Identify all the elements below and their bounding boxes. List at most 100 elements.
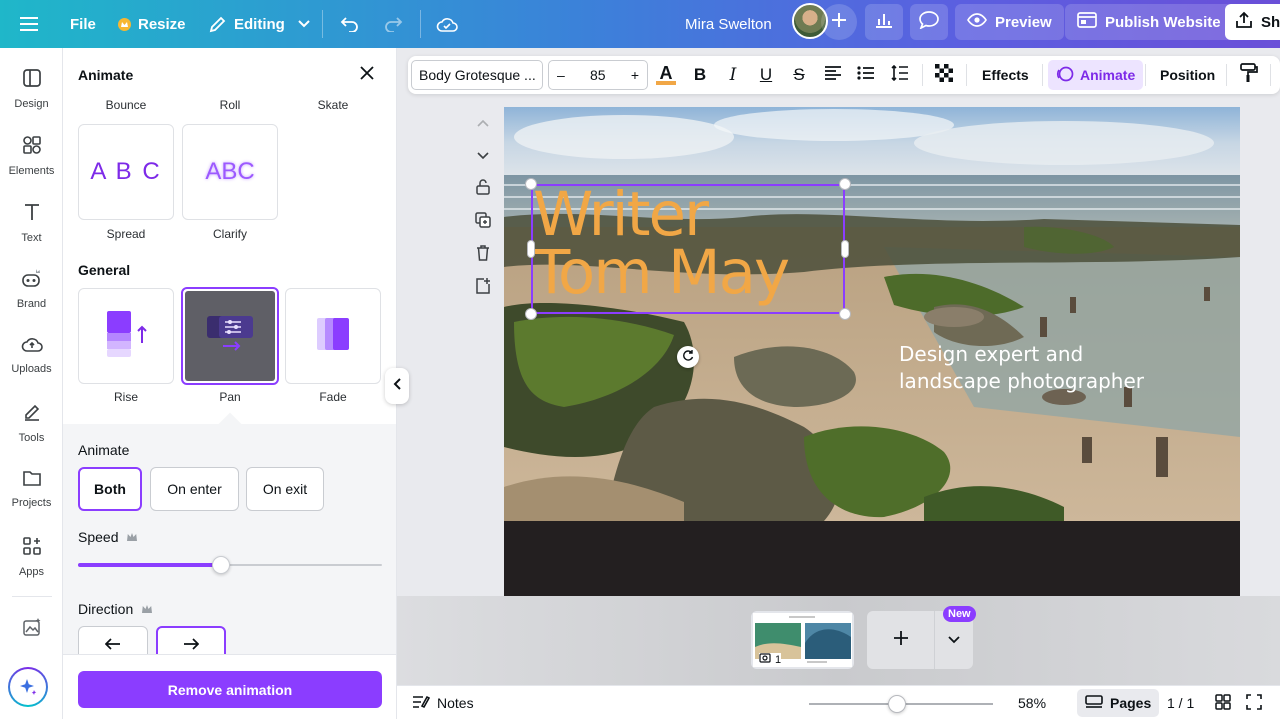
- zoom-slider[interactable]: [809, 695, 993, 713]
- sidebar-item-tools[interactable]: Tools: [0, 402, 63, 462]
- italic-button[interactable]: I: [722, 64, 744, 86]
- delete-page-button[interactable]: [472, 244, 494, 266]
- spacing-button[interactable]: [889, 64, 911, 86]
- sidebar-item-brand[interactable]: Brand: [0, 268, 63, 328]
- sidebar-item-projects[interactable]: Projects: [0, 469, 63, 529]
- brand-icon: [21, 268, 43, 291]
- undo-button[interactable]: [340, 0, 360, 48]
- pages-label: Pages: [1110, 695, 1152, 711]
- duplicate-page-button[interactable]: [472, 211, 494, 233]
- animate-both-option[interactable]: Both: [78, 467, 142, 511]
- animation-rise-tile[interactable]: [78, 288, 174, 384]
- resize-handle[interactable]: [841, 240, 849, 258]
- grid-view-button[interactable]: [1215, 686, 1231, 719]
- text-toolbar: Body Grotesque ... – 85 + A B I U S Effe…: [408, 56, 1280, 94]
- zoom-level[interactable]: 58%: [1018, 686, 1046, 719]
- option-label: On exit: [262, 481, 308, 497]
- move-page-down-button[interactable]: [472, 145, 494, 167]
- align-button[interactable]: [822, 64, 844, 86]
- option-label: Both: [94, 481, 126, 497]
- animate-button[interactable]: Animate: [1048, 60, 1144, 90]
- share-button[interactable]: Share: [1225, 4, 1280, 40]
- animation-label: Spread: [106, 227, 146, 241]
- animation-pan-tile[interactable]: [181, 287, 279, 385]
- beach-rocks-photo[interactable]: [504, 107, 1240, 521]
- publish-website-button[interactable]: Publish Website: [1065, 4, 1233, 40]
- comments-button[interactable]: [910, 4, 948, 40]
- page-number: 1: [775, 653, 782, 666]
- text-selection-box: [531, 184, 845, 314]
- animate-on-enter-option[interactable]: On enter: [150, 467, 239, 511]
- hamburger-icon: [20, 17, 38, 31]
- rise-icon: [101, 309, 151, 364]
- increase-size-button[interactable]: +: [631, 67, 639, 83]
- add-page-button[interactable]: [472, 277, 494, 299]
- font-size-value[interactable]: 85: [590, 67, 606, 83]
- plus-icon: [832, 12, 846, 32]
- fullscreen-button[interactable]: [1246, 686, 1262, 719]
- animate-on-exit-option[interactable]: On exit: [246, 467, 324, 511]
- chevron-up-icon: [477, 114, 489, 132]
- underline-button[interactable]: U: [755, 64, 777, 86]
- font-size-stepper[interactable]: – 85 +: [548, 60, 648, 90]
- lock-page-button[interactable]: [472, 178, 494, 200]
- move-page-up-button[interactable]: [472, 112, 494, 134]
- resize-handle[interactable]: [839, 178, 851, 190]
- sidebar-item-design[interactable]: Design: [0, 68, 63, 128]
- pages-button[interactable]: Pages: [1077, 689, 1160, 717]
- resize-handle[interactable]: [839, 308, 851, 320]
- decrease-size-button[interactable]: –: [557, 67, 565, 83]
- copy-style-button[interactable]: [1238, 62, 1260, 86]
- position-button[interactable]: Position: [1152, 60, 1223, 90]
- bold-button[interactable]: B: [689, 64, 711, 86]
- add-collaborator-button[interactable]: [821, 4, 857, 40]
- animate-label: Animate: [1080, 67, 1136, 83]
- file-menu[interactable]: File: [70, 0, 96, 48]
- notes-button[interactable]: Notes: [412, 686, 474, 719]
- text-color-icon: A: [659, 63, 673, 83]
- effects-button[interactable]: Effects: [974, 60, 1037, 90]
- transparency-button[interactable]: [933, 63, 955, 86]
- sidebar-item-elements[interactable]: Elements: [0, 135, 63, 195]
- animation-bounce-label[interactable]: Bounce: [78, 98, 174, 112]
- preview-button[interactable]: Preview: [955, 4, 1064, 40]
- animation-spread-tile[interactable]: A B C: [78, 124, 174, 220]
- subtitle-text[interactable]: Design expert and landscape photographer: [899, 341, 1159, 395]
- resize-handle[interactable]: [525, 308, 537, 320]
- panel-title: Animate: [78, 67, 134, 83]
- arrow-left-icon: [104, 637, 121, 655]
- redo-button[interactable]: [383, 0, 403, 48]
- divider: [12, 596, 52, 597]
- new-label: New: [948, 608, 971, 620]
- resize-handle[interactable]: [525, 178, 537, 190]
- sidebar-item-apps[interactable]: Apps: [0, 536, 63, 596]
- remove-animation-button[interactable]: Remove animation: [78, 671, 382, 708]
- font-family-select[interactable]: Body Grotesque ...: [411, 60, 543, 90]
- page-thumbnail[interactable]: 1: [751, 611, 854, 669]
- animation-fade-tile[interactable]: [285, 288, 381, 384]
- sidebar-item-text[interactable]: Text: [0, 202, 63, 262]
- resize-button[interactable]: Resize: [118, 0, 186, 48]
- text-color-button[interactable]: A: [655, 64, 677, 86]
- sidebar-item-uploads[interactable]: Uploads: [0, 335, 63, 395]
- editing-dropdown[interactable]: Editing: [209, 0, 310, 48]
- zoom-slider-handle[interactable]: [888, 695, 907, 713]
- add-new-page-button[interactable]: [867, 611, 935, 669]
- close-panel-button[interactable]: [360, 66, 374, 85]
- sidebar-item-ai-image[interactable]: [0, 617, 63, 647]
- animate-icon: [1056, 65, 1074, 86]
- rotate-handle[interactable]: [677, 346, 699, 368]
- speed-slider-handle[interactable]: [211, 556, 230, 574]
- insights-button[interactable]: [865, 4, 903, 40]
- collapse-panel-button[interactable]: [385, 368, 409, 404]
- animation-clarify-tile[interactable]: ABC: [182, 124, 278, 220]
- menu-button[interactable]: [20, 0, 38, 48]
- speed-slider[interactable]: [78, 556, 382, 574]
- strikethrough-button[interactable]: S: [788, 64, 810, 86]
- magic-assistant-button[interactable]: [8, 667, 48, 707]
- resize-handle[interactable]: [527, 240, 535, 258]
- cloud-save-status[interactable]: [436, 0, 458, 48]
- list-button[interactable]: [855, 64, 877, 86]
- animation-roll-label[interactable]: Roll: [182, 98, 278, 112]
- animation-skate-label[interactable]: Skate: [285, 98, 381, 112]
